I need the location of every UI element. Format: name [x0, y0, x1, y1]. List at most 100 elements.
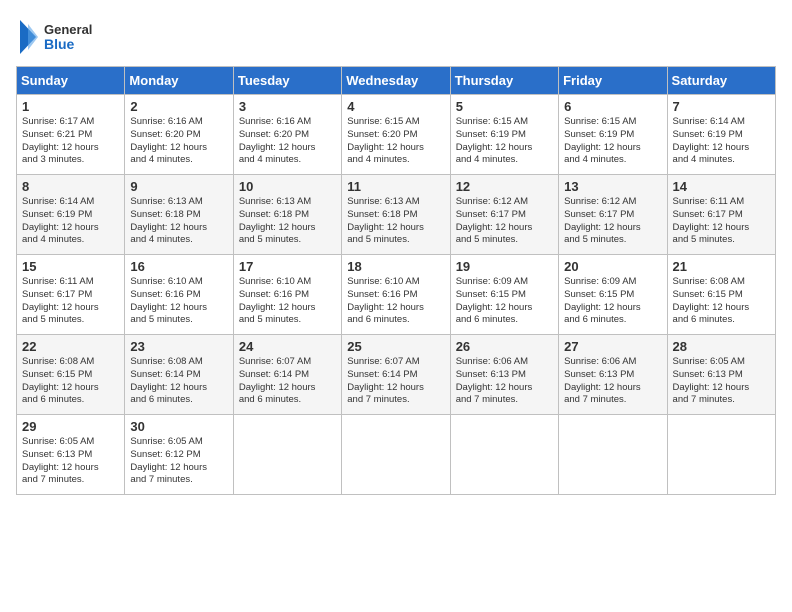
calendar-cell: 29Sunrise: 6:05 AM Sunset: 6:13 PM Dayli… — [17, 415, 125, 495]
day-number: 8 — [22, 179, 119, 194]
day-info: Sunrise: 6:09 AM Sunset: 6:15 PM Dayligh… — [564, 276, 661, 327]
calendar-cell — [342, 415, 450, 495]
calendar-cell: 25 Sunrise: 6:07 AM Sunset: 6:14 PM Dayli… — [342, 335, 450, 415]
calendar-cell: 22 Sunrise: 6:08 AM Sunset: 6:15 PM Dayli… — [17, 335, 125, 415]
day-number: 1 — [22, 99, 119, 114]
day-number: 25 — [347, 339, 444, 354]
day-number: 2 — [130, 99, 227, 114]
calendar-cell: 14 Sunrise: 6:11 AM Sunset: 6:17 PM Dayli… — [667, 175, 775, 255]
week-row-0: 1 Sunrise: 6:17 AM Sunset: 6:21 PM Daylig… — [17, 95, 776, 175]
day-number: 20 — [564, 259, 661, 274]
day-number: 15 — [22, 259, 119, 274]
day-number: 11 — [347, 179, 444, 194]
day-number: 5 — [456, 99, 553, 114]
calendar-cell: 23 Sunrise: 6:08 AM Sunset: 6:14 PM Dayli… — [125, 335, 233, 415]
day-info: Sunrise: 6:12 AM Sunset: 6:17 PM Dayligh… — [564, 196, 661, 247]
day-info: Sunrise: 6:10 AM Sunset: 6:16 PM Dayligh… — [130, 276, 227, 327]
calendar-cell: 21 Sunrise: 6:08 AM Sunset: 6:15 PM Dayli… — [667, 255, 775, 335]
day-info: Sunrise: 6:08 AM Sunset: 6:15 PM Dayligh… — [673, 276, 770, 327]
day-info: Sunrise: 6:05 AM Sunset: 6:13 PM Dayligh… — [673, 356, 770, 407]
day-info: Sunrise: 6:16 AM Sunset: 6:20 PM Dayligh… — [239, 116, 336, 167]
calendar-cell: 30 Sunrise: 6:05 AM Sunset: 6:12 PM Dayli… — [125, 415, 233, 495]
logo: General Blue — [16, 16, 106, 58]
day-number: 23 — [130, 339, 227, 354]
calendar-cell: 5 Sunrise: 6:15 AM Sunset: 6:19 PM Daylig… — [450, 95, 558, 175]
day-number: 21 — [673, 259, 770, 274]
calendar-cell: 28Sunrise: 6:05 AM Sunset: 6:13 PM Dayli… — [667, 335, 775, 415]
day-info: Sunrise: 6:14 AM Sunset: 6:19 PM Dayligh… — [673, 116, 770, 167]
day-info: Sunrise: 6:17 AM Sunset: 6:21 PM Dayligh… — [22, 116, 119, 167]
header-thursday: Thursday — [450, 67, 558, 95]
calendar-cell: 6Sunrise: 6:15 AM Sunset: 6:19 PM Daylig… — [559, 95, 667, 175]
calendar-cell: 9 Sunrise: 6:13 AM Sunset: 6:18 PM Daylig… — [125, 175, 233, 255]
calendar-cell — [559, 415, 667, 495]
calendar-cell: 4 Sunrise: 6:15 AM Sunset: 6:20 PM Daylig… — [342, 95, 450, 175]
day-info: Sunrise: 6:07 AM Sunset: 6:14 PM Dayligh… — [347, 356, 444, 407]
header-friday: Friday — [559, 67, 667, 95]
day-info: Sunrise: 6:16 AM Sunset: 6:20 PM Dayligh… — [130, 116, 227, 167]
page-header: General Blue — [16, 16, 776, 58]
calendar-cell: 27Sunrise: 6:06 AM Sunset: 6:13 PM Dayli… — [559, 335, 667, 415]
calendar-cell — [450, 415, 558, 495]
day-number: 6 — [564, 99, 661, 114]
week-row-4: 29Sunrise: 6:05 AM Sunset: 6:13 PM Dayli… — [17, 415, 776, 495]
logo-svg: General Blue — [16, 16, 106, 58]
day-number: 16 — [130, 259, 227, 274]
day-info: Sunrise: 6:11 AM Sunset: 6:17 PM Dayligh… — [22, 276, 119, 327]
day-number: 27 — [564, 339, 661, 354]
calendar-body: 1 Sunrise: 6:17 AM Sunset: 6:21 PM Daylig… — [17, 95, 776, 495]
header-saturday: Saturday — [667, 67, 775, 95]
header-sunday: Sunday — [17, 67, 125, 95]
day-info: Sunrise: 6:05 AM Sunset: 6:12 PM Dayligh… — [130, 436, 227, 487]
day-number: 9 — [130, 179, 227, 194]
calendar-cell: 15 Sunrise: 6:11 AM Sunset: 6:17 PM Dayli… — [17, 255, 125, 335]
day-info: Sunrise: 6:05 AM Sunset: 6:13 PM Dayligh… — [22, 436, 119, 487]
day-number: 14 — [673, 179, 770, 194]
week-row-1: 8Sunrise: 6:14 AM Sunset: 6:19 PM Daylig… — [17, 175, 776, 255]
calendar-cell: 24 Sunrise: 6:07 AM Sunset: 6:14 PM Dayli… — [233, 335, 341, 415]
day-number: 22 — [22, 339, 119, 354]
day-info: Sunrise: 6:08 AM Sunset: 6:15 PM Dayligh… — [22, 356, 119, 407]
day-number: 7 — [673, 99, 770, 114]
calendar-cell: 11 Sunrise: 6:13 AM Sunset: 6:18 PM Dayli… — [342, 175, 450, 255]
calendar-cell: 7 Sunrise: 6:14 AM Sunset: 6:19 PM Daylig… — [667, 95, 775, 175]
calendar-cell: 16 Sunrise: 6:10 AM Sunset: 6:16 PM Dayli… — [125, 255, 233, 335]
day-info: Sunrise: 6:13 AM Sunset: 6:18 PM Dayligh… — [130, 196, 227, 247]
day-info: Sunrise: 6:10 AM Sunset: 6:16 PM Dayligh… — [347, 276, 444, 327]
week-row-2: 15 Sunrise: 6:11 AM Sunset: 6:17 PM Dayli… — [17, 255, 776, 335]
header-row: SundayMondayTuesdayWednesdayThursdayFrid… — [17, 67, 776, 95]
calendar-cell: 12Sunrise: 6:12 AM Sunset: 6:17 PM Dayli… — [450, 175, 558, 255]
day-info: Sunrise: 6:11 AM Sunset: 6:17 PM Dayligh… — [673, 196, 770, 247]
calendar-cell: 18Sunrise: 6:10 AM Sunset: 6:16 PM Dayli… — [342, 255, 450, 335]
calendar-cell: 8Sunrise: 6:14 AM Sunset: 6:19 PM Daylig… — [17, 175, 125, 255]
svg-text:General: General — [44, 22, 92, 37]
header-wednesday: Wednesday — [342, 67, 450, 95]
day-info: Sunrise: 6:15 AM Sunset: 6:20 PM Dayligh… — [347, 116, 444, 167]
day-number: 4 — [347, 99, 444, 114]
day-number: 12 — [456, 179, 553, 194]
header-monday: Monday — [125, 67, 233, 95]
week-row-3: 22 Sunrise: 6:08 AM Sunset: 6:15 PM Dayli… — [17, 335, 776, 415]
day-info: Sunrise: 6:13 AM Sunset: 6:18 PM Dayligh… — [347, 196, 444, 247]
day-number: 3 — [239, 99, 336, 114]
day-info: Sunrise: 6:10 AM Sunset: 6:16 PM Dayligh… — [239, 276, 336, 327]
day-number: 17 — [239, 259, 336, 274]
calendar-header: SundayMondayTuesdayWednesdayThursdayFrid… — [17, 67, 776, 95]
day-number: 13 — [564, 179, 661, 194]
day-info: Sunrise: 6:15 AM Sunset: 6:19 PM Dayligh… — [456, 116, 553, 167]
day-number: 10 — [239, 179, 336, 194]
calendar-cell: 2 Sunrise: 6:16 AM Sunset: 6:20 PM Daylig… — [125, 95, 233, 175]
calendar-cell — [667, 415, 775, 495]
day-number: 30 — [130, 419, 227, 434]
calendar-cell: 20 Sunrise: 6:09 AM Sunset: 6:15 PM Dayli… — [559, 255, 667, 335]
day-number: 24 — [239, 339, 336, 354]
svg-text:Blue: Blue — [44, 36, 75, 52]
calendar-cell: 3 Sunrise: 6:16 AM Sunset: 6:20 PM Daylig… — [233, 95, 341, 175]
day-info: Sunrise: 6:07 AM Sunset: 6:14 PM Dayligh… — [239, 356, 336, 407]
calendar-cell: 26Sunrise: 6:06 AM Sunset: 6:13 PM Dayli… — [450, 335, 558, 415]
day-info: Sunrise: 6:08 AM Sunset: 6:14 PM Dayligh… — [130, 356, 227, 407]
day-number: 19 — [456, 259, 553, 274]
day-info: Sunrise: 6:09 AM Sunset: 6:15 PM Dayligh… — [456, 276, 553, 327]
day-number: 26 — [456, 339, 553, 354]
calendar-cell: 1 Sunrise: 6:17 AM Sunset: 6:21 PM Daylig… — [17, 95, 125, 175]
